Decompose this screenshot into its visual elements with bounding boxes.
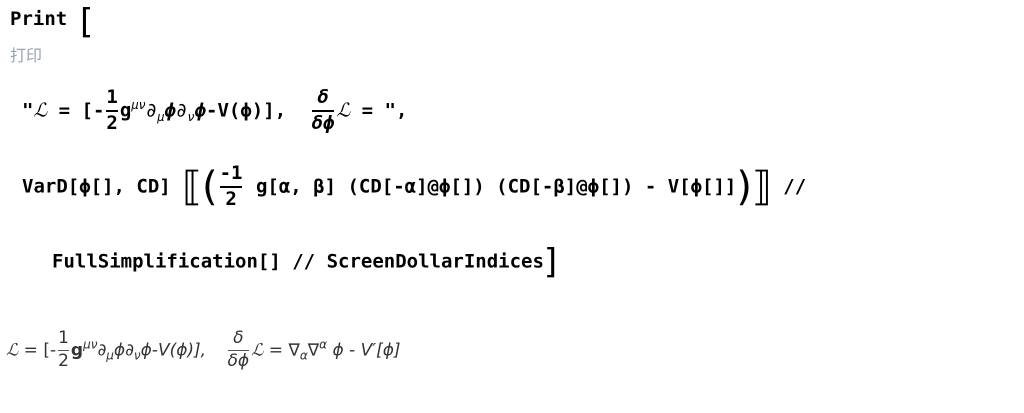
output-metric-superscript: μν (83, 337, 98, 352)
part-close-bracket-icon: ⟧ (751, 164, 772, 210)
minus-sign: - (92, 99, 105, 122)
output-open-bracket: [- (43, 340, 57, 361)
output-half-denominator: 2 (58, 350, 69, 371)
partial-nu-symbol: ∂ (175, 99, 188, 122)
output-nu: ν (133, 348, 141, 363)
partial-mu-symbol: ∂ (145, 99, 158, 122)
two-denominator: 2 (225, 188, 237, 210)
output-rhs-tail: ϕ - V′[ϕ] (332, 340, 401, 361)
output-delta-denominator: δϕ (227, 350, 250, 371)
lagrangian-symbol: ℒ (33, 99, 48, 122)
output-phi: ϕ (113, 340, 126, 361)
lagrangian-symbol-2: ℒ (336, 99, 351, 122)
output-lagrangian-symbol-2: ℒ (251, 340, 264, 361)
paren-close-icon: ) (736, 164, 752, 210)
output-alpha-sub: α (299, 348, 308, 363)
vard-call: VarD[ϕ[], CD] (22, 175, 171, 198)
print-open-bracket: [ (80, 2, 94, 42)
open-bracket: [ (81, 99, 93, 122)
nu-subscript: ν (187, 110, 195, 125)
neg-half-fraction: -1 2 (219, 162, 243, 210)
output-lagrangian-symbol: ℒ (6, 340, 19, 361)
equals-sign: = (58, 99, 71, 122)
output-potential: ϕ-V(ϕ)], (140, 340, 207, 361)
input-simplify-line[interactable]: FullSimplification[] // ScreenDollarIndi… (52, 242, 557, 282)
metric-symbol: g (119, 99, 132, 122)
output-alpha-sup: α (319, 337, 328, 352)
variational-derivative-fraction: δ δϕ (311, 86, 335, 134)
screen-dollar-indices-call: ScreenDollarIndices (326, 250, 544, 273)
autocomplete-hint[interactable]: 打印 (10, 42, 42, 66)
close-bracket: ], (263, 99, 287, 122)
paren-open-icon: ( (201, 164, 218, 210)
output-partial-nu: ∂ (125, 340, 134, 361)
output-half-numerator: 1 (58, 328, 69, 348)
close-quote: ", (384, 99, 408, 122)
print-close-bracket: ] (543, 242, 558, 282)
notebook-cell-area: Print [ 打印 "ℒ = [- 1 2 gμν∂μϕ∂νϕ-V(ϕ)], δ δϕ… (0, 0, 1024, 413)
equals-sign-2: = (361, 99, 374, 122)
full-simplification-call: FullSimplification[] // (52, 250, 316, 273)
output-variational-fraction: δ δϕ (227, 328, 250, 371)
half-denominator: 2 (106, 111, 118, 134)
phi-symbol-2: ϕ (194, 99, 207, 122)
delta-numerator: δ (317, 86, 329, 108)
potential-term: -V(ϕ) (206, 99, 264, 122)
output-half-fraction: 12 (58, 328, 69, 371)
output-equals-2: = (268, 340, 284, 361)
phi-symbol: ϕ (164, 99, 176, 122)
output-partial-mu: ∂ (97, 340, 107, 361)
print-function-name[interactable]: Print (10, 8, 67, 30)
output-cell: ℒ = [- 1 2 gμν∂μϕ∂νϕ-V(ϕ)], δ δϕ ℒ = ∇α∇α ϕ -… (6, 328, 401, 371)
output-mu: μ (106, 348, 114, 363)
postfix-operator: // (783, 175, 807, 198)
input-vard-expression[interactable]: VarD[ϕ[], CD] ⟦(-1 2 g[α, β] (CD[-α]@ϕ[])… (22, 162, 807, 210)
output-nabla-1: ∇ (288, 340, 300, 361)
open-quote: " (22, 99, 34, 122)
output-nabla-2: ∇ (307, 340, 320, 361)
part-open-bracket-icon: ⟦ (182, 164, 202, 210)
output-equals: = (23, 340, 38, 361)
output-delta-numerator: δ (233, 328, 244, 348)
input-string-literal[interactable]: "ℒ = [- 1 2 gμν∂μϕ∂νϕ-V(ϕ)], δ δϕ ℒ = ", (22, 86, 408, 134)
half-numerator: 1 (106, 86, 118, 108)
neg-one-numerator: -1 (219, 162, 243, 185)
half-fraction: 12 (106, 86, 118, 134)
metric-superscript: μν (131, 98, 146, 113)
output-metric: g (70, 340, 84, 361)
delta-denominator: δϕ (311, 111, 335, 134)
metric-product-term: g[α, β] (CD[-α]@ϕ[]) (CD[-β]@ϕ[]) - V[ϕ[… (255, 175, 737, 198)
